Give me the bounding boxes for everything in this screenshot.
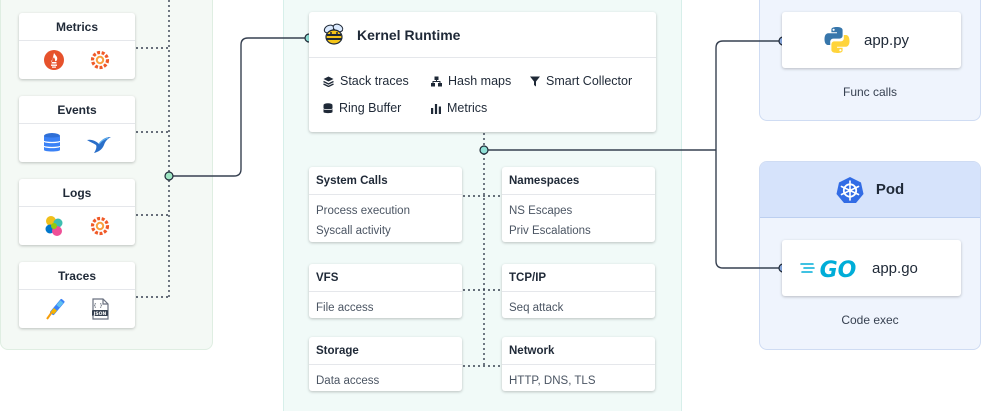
app-label: app.go — [872, 259, 918, 277]
feature-smart-collector: Smart Collector — [530, 74, 632, 88]
probe-title: System Calls — [309, 167, 462, 195]
probe-line: Seq attack — [509, 302, 564, 314]
elastic-icon — [45, 216, 63, 236]
feature-label: Metrics — [447, 101, 488, 115]
source-title: Logs — [19, 179, 135, 207]
probe-line: Priv Escalations — [509, 225, 591, 237]
grafana-icon — [90, 50, 110, 70]
stack-icon — [323, 76, 334, 87]
source-card-logs[interactable]: Logs — [19, 179, 135, 245]
bee-icon — [323, 23, 344, 45]
probe-line: NS Escapes — [509, 205, 573, 217]
probe-card-vfs[interactable]: VFS File access — [309, 264, 462, 318]
feature-label: Ring Buffer — [339, 101, 402, 115]
bird-icon — [87, 137, 111, 153]
to-go — [715, 150, 783, 269]
funnel-icon — [530, 76, 540, 86]
hierarchy-icon — [431, 76, 442, 86]
feature-label: Hash maps — [448, 74, 512, 88]
probe-line: Data access — [316, 375, 380, 387]
svg-text:JSON: JSON — [93, 311, 107, 317]
probe-title: VFS — [309, 264, 462, 292]
database-icon — [323, 102, 333, 113]
probe-line: Syscall activity — [316, 225, 391, 237]
spine-to-kernel — [169, 37, 309, 177]
python-icon — [824, 27, 850, 53]
source-title: Metrics — [19, 13, 135, 41]
source-title: Traces — [19, 262, 135, 290]
probe-card-tcp-ip[interactable]: TCP/IP Seq attack — [502, 264, 655, 318]
probe-card-storage[interactable]: Storage Data access — [309, 337, 462, 391]
app-label: app.py — [864, 31, 910, 49]
probe-title: Namespaces — [502, 167, 655, 195]
probe-line: HTTP, DNS, TLS — [509, 375, 596, 387]
feature-metrics: Metrics — [431, 101, 487, 115]
app-card-go[interactable]: GO app.go — [782, 240, 961, 296]
probe-card-network[interactable]: Network HTTP, DNS, TLS — [502, 337, 655, 391]
probe-title: Network — [502, 337, 655, 365]
grafana-icon — [90, 216, 110, 236]
probe-title: TCP/IP — [502, 264, 655, 292]
probe-card-system-calls[interactable]: System Calls Process execution Syscall a… — [309, 167, 462, 242]
app-card-python[interactable]: app.py — [782, 12, 961, 68]
go-logo-icon: GO — [800, 258, 857, 281]
prometheus-icon — [44, 50, 64, 70]
feature-label: Stack traces — [340, 74, 409, 88]
database-icon — [43, 133, 61, 152]
json-file-icon: JSON { } — [92, 298, 109, 320]
source-title: Events — [19, 96, 135, 124]
source-card-traces[interactable]: Traces JSON { } — [19, 262, 135, 328]
feature-label: Smart Collector — [546, 74, 633, 88]
spine-node — [164, 171, 174, 181]
probe-title: Storage — [309, 337, 462, 365]
go-caption: Code exec — [841, 313, 899, 327]
feature-hash-maps: Hash maps — [431, 74, 511, 88]
feature-stack-traces: Stack traces — [323, 74, 409, 88]
feature-ring-buffer: Ring Buffer — [323, 101, 401, 115]
kernel-title: Kernel Runtime — [357, 26, 461, 43]
center-node — [479, 145, 489, 155]
probe-line: File access — [316, 302, 374, 314]
probe-card-namespaces[interactable]: Namespaces NS Escapes Priv Escalations — [502, 167, 655, 242]
telescope-icon — [46, 298, 65, 320]
bar-chart-icon — [431, 103, 441, 114]
kernel-runtime-card[interactable]: Kernel Runtime Stack traces Hash maps Sm… — [309, 12, 656, 132]
probe-line: Process execution — [316, 205, 410, 217]
source-card-events[interactable]: Events — [19, 96, 135, 162]
source-card-metrics[interactable]: Metrics — [19, 13, 135, 79]
svg-text:{ }: { } — [93, 303, 102, 309]
python-caption: Func calls — [842, 85, 898, 99]
go-logo-text: GO — [820, 258, 857, 281]
